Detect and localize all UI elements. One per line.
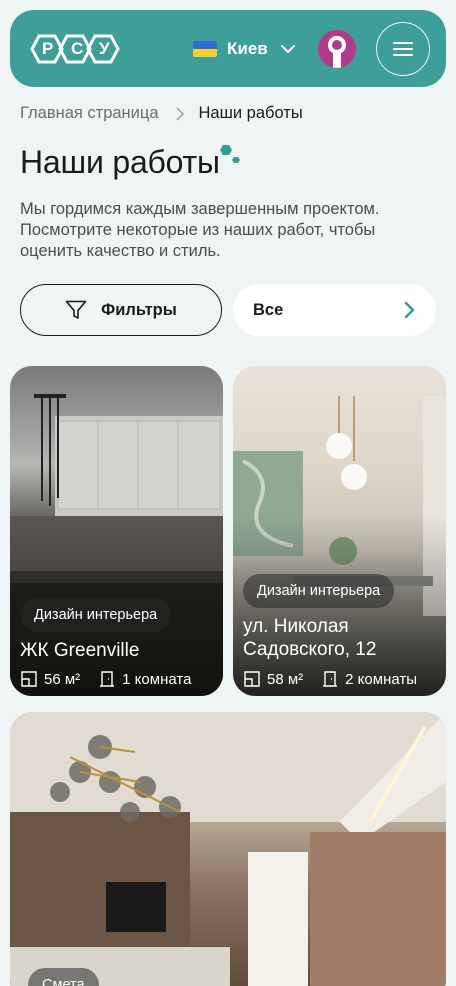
living-room-photo [10,712,446,986]
filters-button[interactable]: Фильтры [20,284,222,336]
city-name: Киев [227,39,268,58]
category-badge: Дизайн интерьера [243,574,395,608]
page-description: Мы гордимся каждым завершенным проектом.… [20,200,380,260]
project-card[interactable]: Смета [10,712,446,986]
card-area: 56 м² [44,670,81,688]
logo-letter-r: Р [42,39,54,58]
menu-icon [393,42,413,56]
area-icon [244,671,260,687]
card-rooms: 2 комнаты [345,670,418,688]
hexagon-decoration-icon [220,145,240,163]
filters-label: Фильтры [101,300,177,319]
chevron-right-icon [404,301,415,319]
category-select[interactable]: Все [233,284,436,336]
chevron-down-icon [280,45,295,53]
card-meta: 58 м² 2 комнаты [243,670,417,688]
project-card[interactable]: Дизайн интерьера ЖК Greenville 56 м² 1 к… [10,366,223,696]
avatar[interactable] [318,30,356,68]
area-icon [21,671,37,687]
page-title: Наши работы [20,144,220,180]
ukraine-flag-icon [193,41,217,57]
chevron-right-icon [175,106,184,121]
card-rooms: 1 комната [122,670,192,688]
door-icon [100,671,115,687]
city-selector[interactable]: Киев [193,36,296,62]
menu-button[interactable] [376,22,430,76]
project-card[interactable]: Дизайн интерьера ул. Николая Садовского,… [233,366,446,696]
user-icon [328,36,346,68]
category-badge: Дизайн интерьера [20,598,172,632]
breadcrumb: Главная страница Наши работы [20,104,303,123]
breadcrumb-current: Наши работы [198,104,303,122]
card-title: ул. Николая Садовского, 12 [243,616,377,660]
card-title: ЖК Greenville [20,640,140,661]
category-badge: Смета [28,968,99,986]
logo-letter-s: С [71,39,84,58]
site-header: Р С У Киев [10,10,446,87]
breadcrumb-home[interactable]: Главная страница [20,104,159,123]
card-area: 58 м² [267,670,304,688]
filter-icon [65,300,87,319]
card-meta: 56 м² 1 комната [20,670,191,688]
logo-letter-u: У [99,39,110,58]
category-select-value: Все [253,300,284,319]
door-icon [323,671,338,687]
